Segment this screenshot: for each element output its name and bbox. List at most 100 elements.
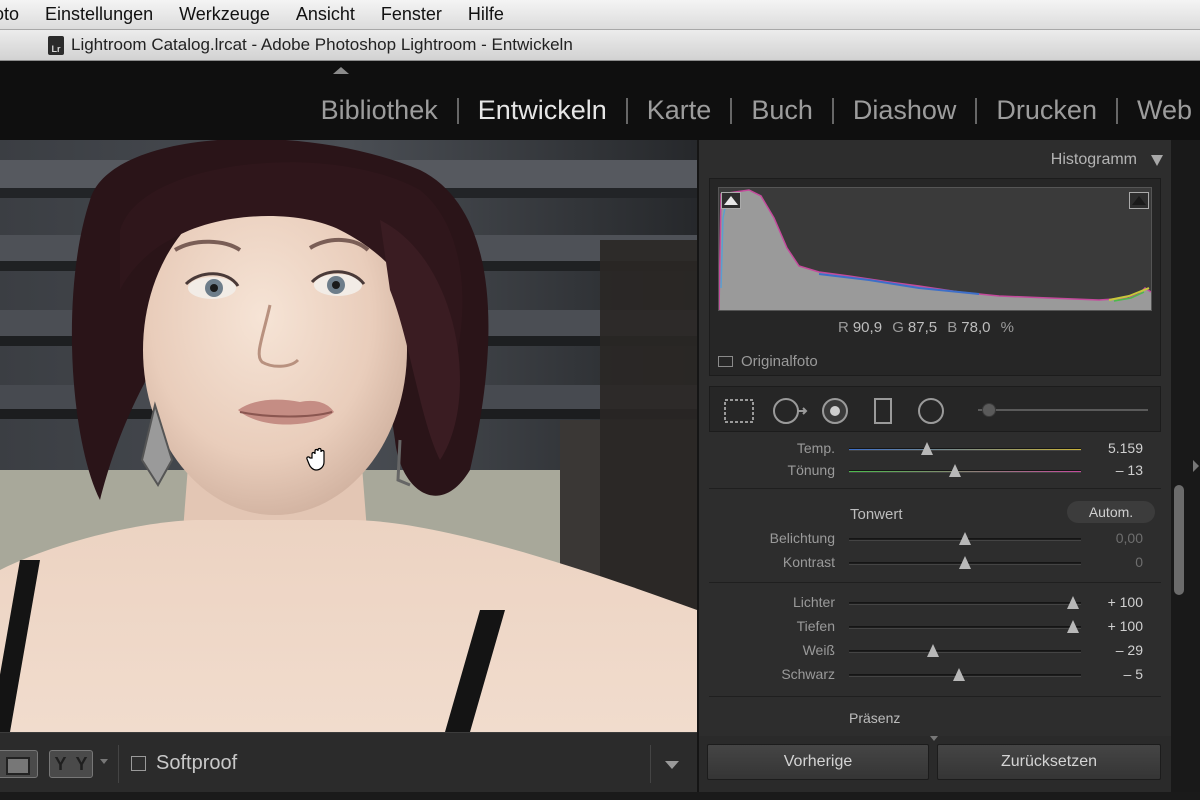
contrast-value[interactable]: 0 [1135, 554, 1143, 570]
rgb-readout: R 90,9 G 87,5 B 78,0 % [838, 319, 1014, 336]
tint-slider[interactable] [849, 470, 1081, 473]
shadow-clipping-button[interactable] [721, 192, 741, 209]
histogram-title: Histogramm [1050, 151, 1137, 168]
basic-panel: Temp. 5.159 Tönung – 13 Tonwert Autom. B… [709, 440, 1161, 730]
highlights-value[interactable]: + 100 [1108, 594, 1143, 610]
tone-section-title: Tonwert [850, 506, 903, 523]
tint-value[interactable]: – 13 [1116, 462, 1143, 478]
window-title: Lightroom Catalog.lrcat - Adobe Photosho… [71, 35, 573, 54]
softproof-toggle[interactable]: Softproof [131, 752, 237, 775]
module-bibliothek[interactable]: Bibliothek [321, 95, 438, 126]
module-buch[interactable]: Buch [751, 95, 813, 126]
previous-button[interactable]: Vorherige [707, 744, 929, 780]
toolbar-options-dropdown-icon[interactable] [665, 761, 679, 769]
module-web[interactable]: Web [1137, 95, 1192, 126]
adjustment-brush-slider[interactable] [978, 409, 1148, 411]
tint-row: Tönung – 13 [709, 460, 1161, 482]
whites-knob[interactable] [927, 644, 939, 657]
histogram-graph[interactable] [718, 187, 1152, 311]
menu-bar: oto Einstellungen Werkzeuge Ansicht Fens… [0, 0, 1200, 30]
highlight-clipping-button[interactable] [1129, 192, 1149, 209]
blacks-label: Schwarz [781, 666, 835, 682]
radial-filter-icon[interactable] [916, 397, 946, 425]
highlights-slider[interactable] [849, 602, 1081, 605]
reset-button[interactable]: Zurücksetzen [937, 744, 1161, 780]
collapse-right-panel-icon[interactable] [1193, 460, 1199, 472]
shadows-slider[interactable] [849, 626, 1081, 629]
right-panel-scrollbar[interactable] [1171, 140, 1200, 792]
exposure-value[interactable]: 0,00 [1116, 530, 1143, 546]
panel-button-bar: Vorherige Zurücksetzen [699, 736, 1171, 792]
section-divider [709, 488, 1161, 489]
graduated-filter-icon[interactable] [872, 397, 894, 425]
adjustment-brush-knob[interactable] [982, 403, 996, 417]
menu-werkzeuge[interactable]: Werkzeuge [179, 4, 270, 25]
shadows-value[interactable]: + 100 [1108, 618, 1143, 634]
histogram-curve [718, 189, 1152, 311]
portrait-photo [0, 140, 697, 732]
scrollbar-thumb[interactable] [1174, 485, 1184, 595]
presence-section-title: Präsenz [849, 710, 901, 726]
temperature-slider[interactable] [849, 448, 1081, 451]
original-photo-checkbox[interactable] [718, 356, 733, 367]
section-divider [709, 582, 1161, 583]
lightroom-document-icon: Lr [48, 35, 64, 55]
auto-tone-button[interactable]: Autom. [1067, 501, 1155, 523]
softproof-checkbox[interactable] [131, 756, 146, 771]
temperature-row: Temp. 5.159 [709, 438, 1161, 460]
contrast-row: Kontrast 0 [709, 552, 1161, 574]
right-panel: Histogramm R 90,9 G 87,5 B 78,0 % Originalf… [697, 140, 1171, 792]
before-after-dropdown-icon[interactable] [100, 759, 108, 764]
temperature-knob[interactable] [921, 442, 933, 455]
menu-hilfe[interactable]: Hilfe [468, 4, 504, 25]
exposure-knob[interactable] [959, 532, 971, 545]
module-diashow[interactable]: Diashow [853, 95, 957, 126]
menu-ansicht[interactable]: Ansicht [296, 4, 355, 25]
collapse-top-panel-icon[interactable] [333, 67, 349, 74]
menu-einstellungen[interactable]: Einstellungen [45, 4, 153, 25]
blacks-row: Schwarz – 5 [709, 664, 1161, 686]
module-entwickeln[interactable]: Entwickeln [478, 95, 607, 126]
module-drucken[interactable]: Drucken [996, 95, 1097, 126]
histogram-panel: R 90,9 G 87,5 B 78,0 % Originalfoto [709, 178, 1161, 376]
expand-panel-icon[interactable] [930, 736, 938, 741]
shadows-knob[interactable] [1067, 620, 1079, 633]
photo-canvas[interactable] [0, 140, 697, 732]
spot-removal-icon[interactable] [770, 397, 810, 425]
tint-knob[interactable] [949, 464, 961, 477]
crop-overlay-icon[interactable] [722, 397, 756, 425]
module-separator [831, 97, 834, 124]
menu-foto[interactable]: oto [0, 4, 19, 25]
module-separator [975, 97, 978, 124]
module-separator [625, 97, 628, 124]
temperature-value[interactable]: 5.159 [1108, 440, 1143, 456]
whites-label: Weiß [802, 642, 835, 658]
menu-fenster[interactable]: Fenster [381, 4, 442, 25]
module-picker: Bibliothek Entwickeln Karte Buch Diashow… [321, 95, 1192, 126]
histogram-header[interactable]: Histogramm [699, 140, 1171, 180]
bottom-toolbar: YY Softproof [0, 732, 697, 792]
module-separator [730, 97, 733, 124]
blacks-slider[interactable] [849, 674, 1081, 677]
whites-value[interactable]: – 29 [1116, 642, 1143, 658]
loupe-view-button[interactable] [0, 750, 38, 778]
whites-slider[interactable] [849, 650, 1081, 653]
original-photo-label: Originalfoto [741, 353, 818, 370]
contrast-knob[interactable] [959, 556, 971, 569]
window-title-bar: Lr Lightroom Catalog.lrcat - Adobe Photo… [0, 30, 1200, 61]
highlights-knob[interactable] [1067, 596, 1079, 609]
original-photo-toggle[interactable]: Originalfoto [718, 353, 818, 370]
softproof-label: Softproof [156, 752, 238, 774]
highlights-row: Lichter + 100 [709, 592, 1161, 614]
exposure-row: Belichtung 0,00 [709, 528, 1161, 550]
red-eye-icon[interactable] [820, 397, 850, 425]
tool-strip [709, 386, 1161, 432]
module-separator [456, 97, 459, 124]
collapse-panel-icon[interactable] [1151, 155, 1163, 166]
before-after-button[interactable]: YY [49, 750, 93, 778]
before-after-icon: Y [54, 753, 67, 774]
tint-label: Tönung [787, 462, 835, 478]
module-karte[interactable]: Karte [647, 95, 712, 126]
blacks-value[interactable]: – 5 [1124, 666, 1143, 682]
blacks-knob[interactable] [953, 668, 965, 681]
